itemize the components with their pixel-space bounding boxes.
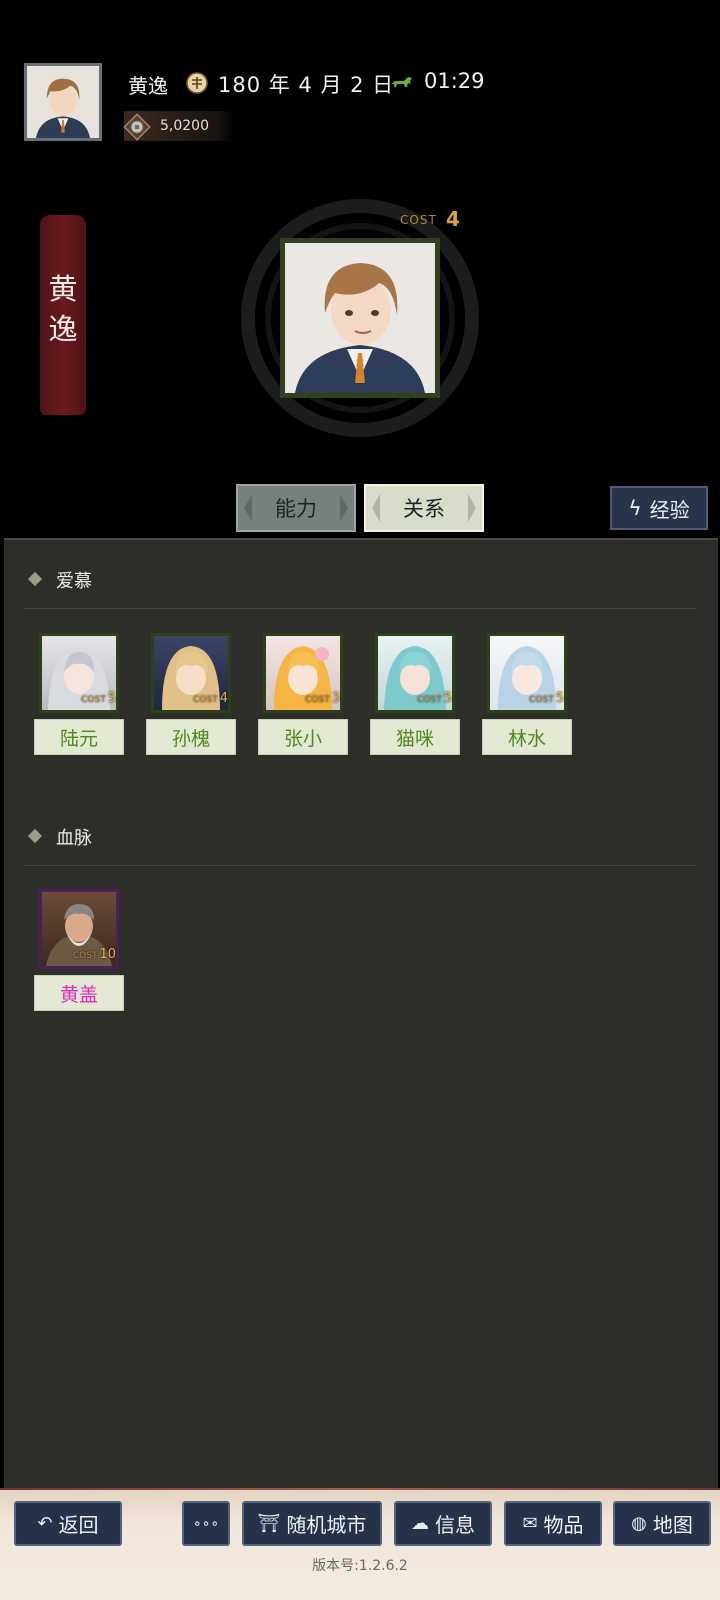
character-cost-1: COST 5 — [81, 691, 116, 706]
map-button[interactable]: ◍ 地图 — [613, 1501, 711, 1546]
player-name: 黄逸 — [128, 74, 168, 98]
version-text: 版本号:1.2.6.2 — [312, 1558, 408, 1574]
info-button[interactable]: ☁ 信息 — [394, 1501, 492, 1546]
section-title-admire: 爱慕 — [56, 571, 92, 592]
more-button[interactable]: ∘∘∘ — [182, 1501, 230, 1546]
character-name-bloodline-1: 黄盖 — [34, 975, 124, 1011]
experience-button[interactable]: ϟ 经验 — [610, 486, 708, 530]
character-cost-2: COST 4 — [193, 691, 228, 706]
coin-amount: 5,0200 — [160, 118, 209, 134]
chat-bubble-icon: ☁ — [411, 1513, 429, 1534]
back-label: 返回 — [58, 1513, 99, 1537]
back-button[interactable]: ↶ 返回 — [14, 1501, 122, 1546]
character-name-3: 张小 — [258, 719, 348, 755]
section-divider — [24, 608, 696, 609]
character-card-4[interactable]: COST 5 猫咪 — [370, 633, 460, 759]
random-city-label: 随机城市 — [286, 1513, 367, 1537]
character-card-5[interactable]: COST 5 林水 — [482, 633, 572, 759]
cost-value: 4 — [446, 207, 460, 231]
character-card-bloodline-1[interactable]: COST 10 黄盖 — [34, 889, 124, 1015]
character-cost-bloodline-1: COST 10 — [72, 947, 116, 962]
character-card-1[interactable]: COST 5 陆元 — [34, 633, 124, 759]
cost-label: COST — [400, 213, 437, 227]
scroll-icon: ✉ — [522, 1513, 538, 1534]
player-avatar[interactable] — [24, 63, 102, 141]
player-avatar-image — [27, 66, 99, 138]
character-card-2[interactable]: COST 4 孙槐 — [146, 633, 236, 759]
return-arrow-icon: ↶ — [37, 1513, 53, 1534]
city-gate-icon: ⛩ — [257, 1513, 281, 1534]
character-portrait — [280, 238, 440, 398]
character-cost-5: COST 5 — [529, 691, 564, 706]
character-name-5: 林水 — [482, 719, 572, 755]
horse-icon — [391, 77, 412, 87]
character-name-2: 孙槐 — [146, 719, 236, 755]
banner-name-char-2: 逸 — [48, 312, 78, 346]
character-card-3[interactable]: COST 3 张小 — [258, 633, 348, 759]
items-label: 物品 — [543, 1513, 584, 1537]
banner-name-char-1: 黄 — [48, 272, 78, 306]
more-label: ∘∘∘ — [192, 1515, 220, 1532]
info-label: 信息 — [435, 1513, 475, 1537]
calendar-emblem-icon — [186, 72, 208, 94]
character-cost-4: COST 5 — [417, 691, 452, 706]
tab-relation[interactable]: 关系 — [364, 484, 484, 532]
game-date: 180 年 4 月 2 日 — [218, 73, 395, 97]
section-title-bloodline: 血脉 — [56, 828, 92, 849]
tab-ability[interactable]: 能力 — [236, 484, 356, 532]
random-city-button[interactable]: ⛩ 随机城市 — [242, 1501, 382, 1546]
items-button[interactable]: ✉ 物品 — [504, 1501, 602, 1546]
game-time: 01:29 — [424, 69, 485, 93]
map-label: 地图 — [652, 1513, 693, 1537]
coin-icon — [123, 113, 151, 141]
character-portrait-image — [285, 243, 435, 393]
globe-icon: ◍ — [631, 1513, 647, 1534]
character-name-1: 陆元 — [34, 719, 124, 755]
experience-label: 经验 — [649, 497, 690, 522]
character-cost-3: COST 3 — [305, 691, 340, 706]
character-name-4: 猫咪 — [370, 719, 460, 755]
section-divider — [24, 865, 696, 866]
lightning-icon: ϟ — [628, 496, 642, 520]
